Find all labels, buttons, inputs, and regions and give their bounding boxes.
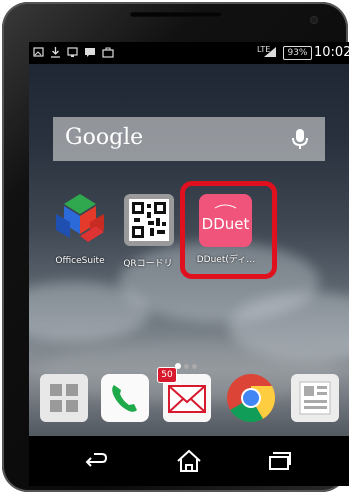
mail-badge: 50	[157, 367, 177, 383]
tablet-device: LTE 93% 10:02 Google OfficeSuite QRコードリ …	[2, 2, 349, 492]
qr-code-icon	[124, 194, 174, 246]
app-drawer-button[interactable]	[38, 372, 90, 424]
download-icon	[51, 47, 60, 58]
grid-icon	[40, 374, 88, 422]
page-dot	[184, 364, 189, 369]
back-icon[interactable]	[82, 448, 110, 474]
app-qr-reader[interactable]: QRコードリ	[115, 190, 181, 270]
app-label: QRコードリ	[123, 259, 173, 269]
shopping-icon	[102, 47, 114, 58]
speaker-grille	[130, 12, 222, 17]
navigation-bar	[29, 436, 349, 486]
signal-icon	[264, 47, 276, 57]
chrome-app[interactable]	[225, 372, 277, 424]
message-icon	[85, 48, 95, 57]
phone-icon	[101, 374, 149, 422]
news-icon	[291, 374, 339, 422]
home-icon[interactable]	[175, 448, 203, 474]
google-logo: Google	[65, 125, 144, 150]
status-bar: LTE 93% 10:02	[29, 42, 349, 64]
highlight-frame	[180, 181, 277, 279]
chrome-icon	[227, 374, 276, 423]
recents-icon[interactable]	[265, 448, 293, 474]
google-search-bar[interactable]: Google	[53, 117, 325, 161]
home-screen: LTE 93% 10:02 Google OfficeSuite QRコードリ …	[29, 42, 349, 486]
front-camera	[310, 16, 318, 24]
screen-icon	[67, 47, 78, 57]
app-label: OfficeSuite	[55, 256, 105, 266]
page-indicator	[175, 354, 200, 373]
status-time: 10:02	[314, 45, 349, 60]
phone-app[interactable]	[99, 372, 151, 424]
mic-icon[interactable]	[289, 127, 311, 151]
battery-indicator: 93%	[283, 46, 312, 60]
image-icon	[33, 47, 44, 57]
news-app[interactable]	[289, 372, 341, 424]
page-dot	[192, 364, 197, 369]
app-officesuite[interactable]: OfficeSuite	[47, 190, 113, 270]
officesuite-icon	[56, 194, 104, 242]
